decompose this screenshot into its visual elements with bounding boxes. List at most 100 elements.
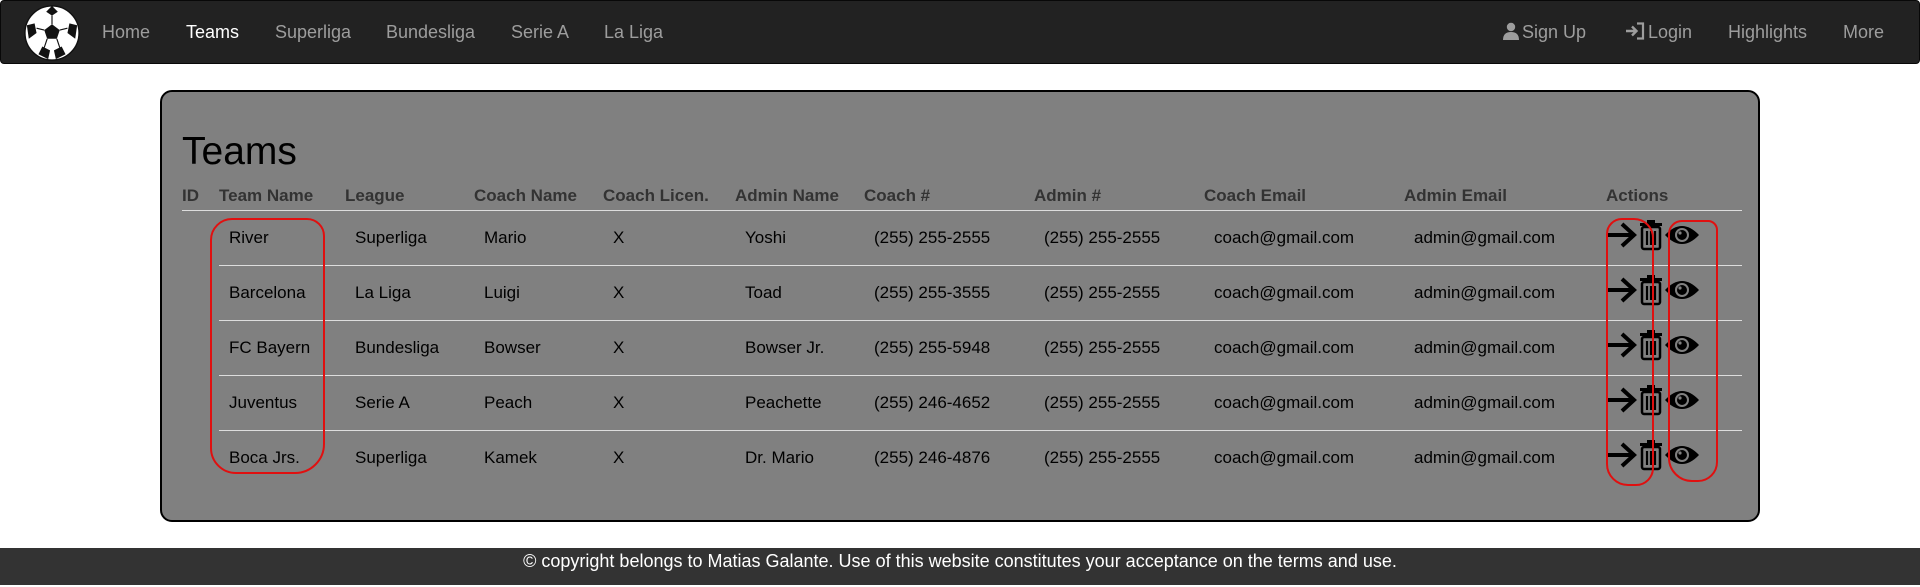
cell-actions — [1606, 429, 1742, 485]
eye-icon[interactable] — [1664, 388, 1700, 417]
cell-id — [182, 320, 219, 375]
cell-team-name: Barcelona — [219, 264, 345, 320]
trash-icon[interactable] — [1638, 439, 1664, 476]
cell-coach-phone: (255) 246-4652 — [864, 374, 1034, 430]
user-icon — [1503, 22, 1519, 40]
trash-icon[interactable] — [1638, 274, 1664, 311]
cell-admin-phone: (255) 255-2555 — [1034, 264, 1204, 320]
cell-league: Bundesliga — [345, 319, 474, 375]
table-row: River Superliga Mario X Yoshi (255) 255-2555 (… — [182, 210, 1742, 265]
cell-league: La Liga — [345, 264, 474, 320]
teams-panel: Teams ID Team Name League Coach Name Coa… — [160, 90, 1760, 522]
trash-icon[interactable] — [1638, 329, 1664, 366]
col-header-coach-license: Coach Licen. — [603, 186, 709, 205]
cell-coach-email: coach@gmail.com — [1204, 264, 1404, 320]
nav-teams[interactable]: Teams — [186, 1, 239, 65]
nav-login[interactable]: Login — [1625, 1, 1692, 65]
col-header-id: ID — [182, 186, 199, 205]
col-header-actions: Actions — [1606, 186, 1669, 205]
arrow-right-icon[interactable] — [1606, 331, 1638, 364]
eye-icon[interactable] — [1664, 333, 1700, 362]
arrow-right-icon[interactable] — [1606, 221, 1638, 254]
cell-id — [182, 430, 219, 485]
login-label: Login — [1648, 22, 1693, 42]
nav-home[interactable]: Home — [102, 1, 150, 65]
cell-coach-name: Luigi — [474, 264, 603, 320]
table-row: Boca Jrs. Superliga Kamek X Dr. Mario (255) 2… — [182, 429, 1742, 485]
arrow-right-icon[interactable] — [1606, 276, 1638, 309]
arrow-right-icon[interactable] — [1606, 441, 1638, 474]
col-header-admin-email: Admin Email — [1404, 186, 1507, 205]
cell-coach-name: Bowser — [474, 319, 603, 375]
cell-coach-email: coach@gmail.com — [1204, 429, 1404, 485]
navbar: Home Teams Superliga Bundesliga Serie A … — [0, 0, 1920, 64]
cell-admin-name: Peachette — [735, 374, 864, 430]
cell-coach-license: X — [613, 227, 625, 247]
cell-coach-name: Mario — [484, 227, 527, 247]
soccer-ball-logo[interactable] — [22, 4, 82, 62]
trash-icon[interactable] — [1638, 384, 1664, 421]
trash-icon[interactable] — [1638, 219, 1664, 256]
arrow-right-icon[interactable] — [1606, 386, 1638, 419]
nav-bundesliga[interactable]: Bundesliga — [386, 1, 475, 65]
col-header-coach-email: Coach Email — [1204, 186, 1307, 205]
nav-la-liga[interactable]: La Liga — [604, 1, 663, 65]
cell-admin-phone: (255) 255-2555 — [1044, 227, 1161, 247]
cell-actions — [1606, 264, 1742, 320]
cell-admin-phone: (255) 255-2555 — [1034, 374, 1204, 430]
cell-admin-email: admin@gmail.com — [1404, 264, 1606, 320]
cell-admin-email: admin@gmail.com — [1404, 319, 1606, 375]
cell-admin-email: admin@gmail.com — [1404, 429, 1606, 485]
cell-coach-license: X — [603, 374, 735, 430]
col-header-coach-phone: Coach # — [864, 186, 931, 205]
col-header-league: League — [345, 186, 405, 205]
table-row: Juventus Serie A Peach X Peachette (255) 246-… — [182, 374, 1742, 430]
cell-id — [182, 265, 219, 320]
cell-team-name: FC Bayern — [219, 319, 345, 375]
nav-sign-up[interactable]: Sign Up — [1503, 1, 1586, 65]
eye-icon[interactable] — [1664, 223, 1700, 252]
sign-up-label: Sign Up — [1522, 22, 1587, 42]
cell-admin-name: Yoshi — [745, 227, 786, 247]
nav-serie-a[interactable]: Serie A — [511, 1, 569, 65]
cell-id — [182, 210, 219, 265]
cell-team-name: Juventus — [219, 374, 345, 430]
cell-admin-name: Dr. Mario — [735, 429, 864, 485]
cell-admin-phone: (255) 255-2555 — [1034, 319, 1204, 375]
cell-coach-phone: (255) 255-2555 — [874, 227, 991, 247]
col-header-team-name: Team Name — [219, 186, 314, 205]
login-icon — [1626, 22, 1645, 40]
cell-actions — [1606, 374, 1742, 430]
cell-coach-phone: (255) 255-3555 — [864, 264, 1034, 320]
cell-coach-phone: (255) 246-4876 — [864, 429, 1034, 485]
col-header-admin-phone: Admin # — [1034, 186, 1102, 205]
cell-actions — [1606, 319, 1742, 375]
cell-coach-phone: (255) 255-5948 — [864, 319, 1034, 375]
cell-admin-name: Bowser Jr. — [735, 319, 864, 375]
cell-coach-license: X — [603, 319, 735, 375]
cell-coach-email: coach@gmail.com — [1214, 227, 1355, 247]
cell-league: Superliga — [355, 227, 427, 247]
table-row: FC Bayern Bundesliga Bowser X Bowser Jr. (255… — [182, 319, 1742, 375]
copyright-text: © copyright belongs to Matias Galante. U… — [523, 551, 1397, 571]
cell-actions — [1606, 210, 1742, 265]
cell-admin-email: admin@gmail.com — [1414, 227, 1556, 247]
table-header-row: ID Team Name League Coach Name Coach Lic… — [182, 186, 1742, 210]
eye-icon[interactable] — [1664, 443, 1700, 472]
col-header-admin-name: Admin Name — [735, 186, 839, 205]
cell-admin-email: admin@gmail.com — [1404, 374, 1606, 430]
cell-coach-name: Kamek — [474, 429, 603, 485]
cell-coach-email: coach@gmail.com — [1204, 374, 1404, 430]
col-header-coach-name: Coach Name — [474, 186, 577, 205]
nav-highlights[interactable]: Highlights — [1728, 1, 1807, 65]
nav-more[interactable]: More — [1843, 1, 1884, 65]
footer: © copyright belongs to Matias Galante. U… — [0, 548, 1920, 585]
table-row: Barcelona La Liga Luigi X Toad (255) 255-3555… — [182, 264, 1742, 320]
cell-coach-license: X — [603, 264, 735, 320]
cell-coach-email: coach@gmail.com — [1204, 319, 1404, 375]
cell-league: Serie A — [345, 374, 474, 430]
cell-team-name: Boca Jrs. — [219, 429, 345, 485]
eye-icon[interactable] — [1664, 278, 1700, 307]
nav-superliga[interactable]: Superliga — [275, 1, 351, 65]
cell-admin-name: Toad — [735, 264, 864, 320]
